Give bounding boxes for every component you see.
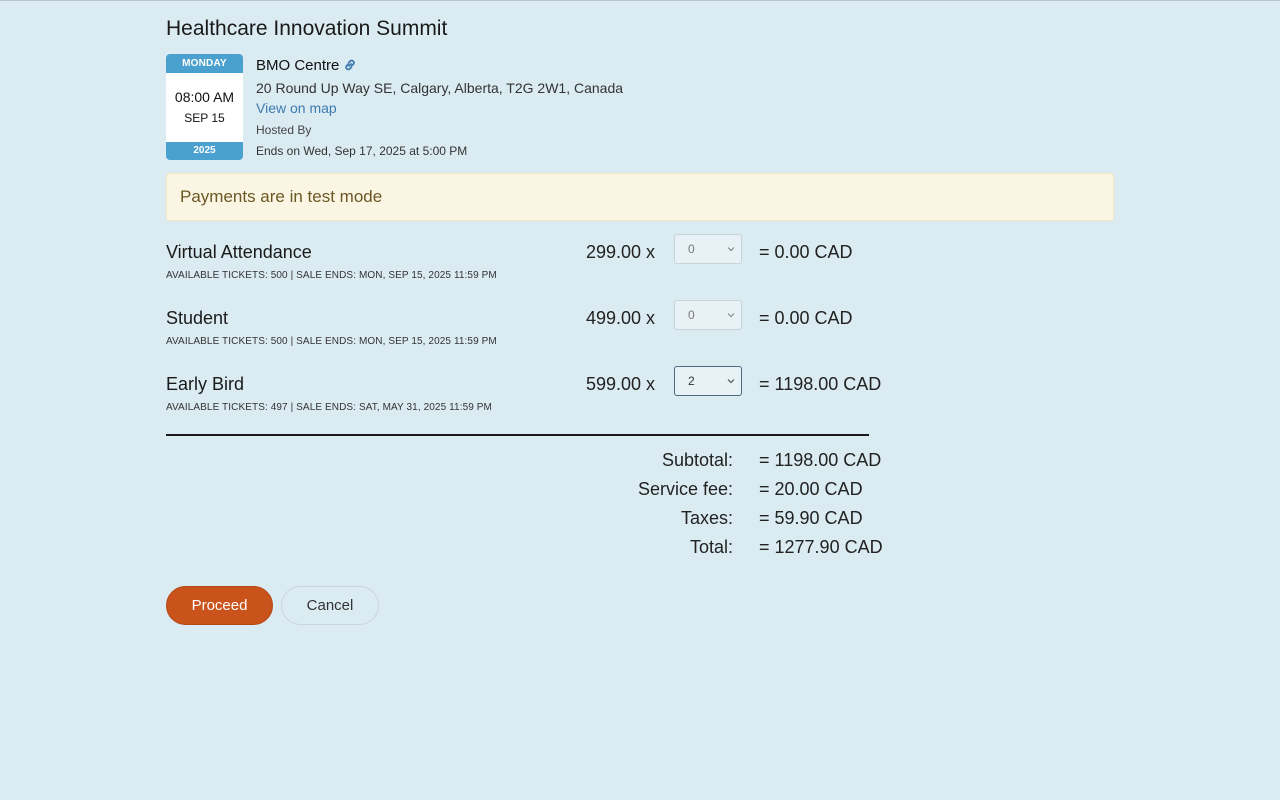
- taxes-row: Taxes: = 59.90 CAD: [166, 508, 926, 532]
- cancel-button[interactable]: Cancel: [281, 586, 379, 625]
- ticket-availability: AVAILABLE TICKETS: 497 | SALE ENDS: SAT,…: [166, 402, 492, 413]
- ticket-price: 599.00 x: [586, 374, 656, 394]
- ticket-availability: AVAILABLE TICKETS: 500 | SALE ENDS: MON,…: [166, 270, 497, 281]
- calendar-year: 2025: [166, 142, 243, 160]
- calendar-date: SEP 15: [184, 111, 225, 125]
- proceed-button[interactable]: Proceed: [166, 586, 273, 625]
- view-on-map-link[interactable]: View on map: [256, 98, 856, 118]
- subtotal-label: Subtotal:: [661, 450, 733, 470]
- event-calendar-badge: MONDAY 08:00 AM SEP 15 2025: [166, 54, 243, 160]
- summary-divider: [166, 434, 869, 436]
- hosted-by: Hosted By: [256, 123, 312, 137]
- taxes-value: = 59.90 CAD: [759, 508, 863, 528]
- service-fee-label: Service fee:: [637, 479, 733, 499]
- ticket-row: Student AVAILABLE TICKETS: 500 | SALE EN…: [166, 300, 926, 358]
- total-value: = 1277.90 CAD: [759, 537, 883, 557]
- taxes-label: Taxes:: [680, 508, 733, 528]
- quantity-value: 0: [688, 242, 695, 256]
- subtotal-value: = 1198.00 CAD: [759, 450, 882, 470]
- quantity-select[interactable]: 0: [674, 234, 742, 264]
- quantity-value: 2: [688, 374, 695, 388]
- service-fee-row: Service fee: = 20.00 CAD: [166, 479, 926, 503]
- quantity-select[interactable]: 2: [674, 366, 742, 396]
- ticket-line-total: = 0.00 CAD: [759, 308, 853, 328]
- ticket-price: 299.00 x: [586, 242, 656, 262]
- quantity-value: 0: [688, 308, 695, 322]
- chevron-down-icon: [727, 313, 735, 318]
- ticket-row: Early Bird AVAILABLE TICKETS: 497 | SALE…: [166, 366, 926, 424]
- calendar-time: 08:00 AM: [174, 89, 235, 105]
- subtotal-row: Subtotal: = 1198.00 CAD: [166, 450, 926, 474]
- venue-name: BMO Centre: [256, 57, 340, 74]
- service-fee-value: = 20.00 CAD: [759, 479, 863, 499]
- ticket-name: Early Bird: [166, 374, 245, 394]
- ticket-price: 499.00 x: [586, 308, 656, 328]
- calendar-day: MONDAY: [166, 54, 243, 73]
- ticket-name: Student: [166, 308, 229, 328]
- link-icon[interactable]: [343, 58, 357, 78]
- ticket-name: Virtual Attendance: [166, 242, 312, 262]
- total-label: Total:: [689, 537, 733, 557]
- chevron-down-icon: [727, 247, 735, 252]
- event-end-date: Ends on Wed, Sep 17, 2025 at 5:00 PM: [256, 144, 468, 158]
- ticket-row: Virtual Attendance AVAILABLE TICKETS: 50…: [166, 234, 926, 292]
- test-mode-alert: Payments are in test mode: [166, 173, 1114, 221]
- venue-address: 20 Round Up Way SE, Calgary, Alberta, T2…: [256, 80, 624, 96]
- ticket-availability: AVAILABLE TICKETS: 500 | SALE ENDS: MON,…: [166, 336, 497, 347]
- chevron-down-icon: [727, 379, 735, 384]
- event-title: Healthcare Innovation Summit: [166, 17, 448, 40]
- venue-name-row: BMO Centre: [256, 56, 856, 76]
- venue-info: BMO Centre 20 Round Up Way SE, Calgary, …: [256, 56, 856, 161]
- ticket-line-total: = 0.00 CAD: [759, 242, 853, 262]
- quantity-select[interactable]: 0: [674, 300, 742, 330]
- total-row: Total: = 1277.90 CAD: [166, 537, 926, 561]
- ticket-line-total: = 1198.00 CAD: [759, 374, 882, 394]
